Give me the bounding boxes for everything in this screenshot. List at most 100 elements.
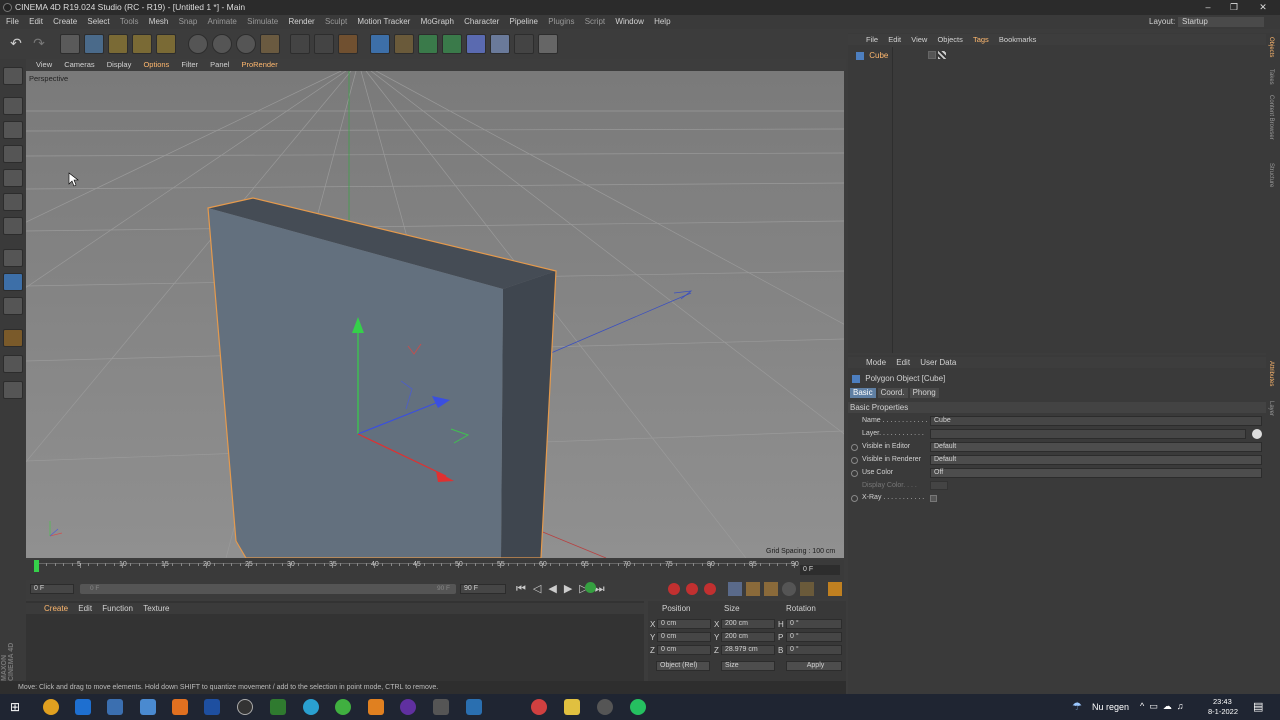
viewport-menu-filter[interactable]: Filter <box>181 60 198 69</box>
menu-select[interactable]: Select <box>87 17 109 26</box>
side-tab-attributes[interactable]: Attributes <box>1268 361 1274 386</box>
current-frame-field[interactable]: 0 F <box>800 565 840 575</box>
material-manager[interactable]: Create Edit Function Texture <box>26 601 644 681</box>
visible-in-editor-dropdown[interactable]: Default <box>930 442 1262 452</box>
workplane-icon[interactable] <box>3 145 23 163</box>
clock-date[interactable]: 8-1-2022 <box>1208 707 1238 716</box>
side-tab-content-browser[interactable]: Content Browser <box>1268 95 1274 140</box>
magnet-icon[interactable] <box>3 329 23 347</box>
display-color-swatch[interactable] <box>930 481 948 490</box>
object-menu-file[interactable]: File <box>866 35 878 44</box>
visible-in-renderer-dropdown[interactable]: Default <box>930 455 1262 465</box>
key-position-icon[interactable] <box>728 582 742 596</box>
material-menu-create[interactable]: Create <box>44 604 68 613</box>
weather-text[interactable]: Nu regen <box>1092 702 1129 712</box>
menu-snap[interactable]: Snap <box>179 17 198 26</box>
timeline-ruler[interactable]: 051015202530354045505560657075808590 0 F <box>26 560 844 580</box>
render-view-icon[interactable] <box>290 34 310 54</box>
cloner-icon[interactable] <box>442 34 462 54</box>
anim-dot-icon[interactable] <box>851 470 858 477</box>
edges-mode-icon[interactable] <box>3 193 23 211</box>
coord-size-y-field[interactable]: 200 cm <box>721 632 775 642</box>
object-manager[interactable]: File Edit View Objects Tags Bookmarks Cu… <box>848 33 1266 353</box>
end-frame-field[interactable]: 90 F <box>460 584 506 594</box>
rotate-tool-icon[interactable] <box>132 34 152 54</box>
axis-mode-icon[interactable] <box>3 249 23 267</box>
object-menu-bookmarks[interactable]: Bookmarks <box>999 35 1037 44</box>
attr-menu-mode[interactable]: Mode <box>866 358 886 367</box>
cinema4d-taskbar-icon[interactable] <box>237 699 253 715</box>
coord-mode-dropdown[interactable]: Object (Rel) <box>656 661 710 671</box>
app-icon-15[interactable] <box>531 699 547 715</box>
xray-checkbox[interactable] <box>930 495 937 502</box>
key-scale-icon[interactable] <box>746 582 760 596</box>
material-menu-texture[interactable]: Texture <box>143 604 169 613</box>
app-icon-4[interactable] <box>140 699 156 715</box>
tray-icons[interactable]: ^▭☁♫ <box>1140 701 1188 712</box>
app-icon-17[interactable] <box>597 699 613 715</box>
menu-window[interactable]: Window <box>615 17 643 26</box>
coord-pos-z-field[interactable]: 0 cm <box>657 645 711 655</box>
app-icon-5[interactable] <box>172 699 188 715</box>
object-menu-view[interactable]: View <box>911 35 927 44</box>
viewport-menu-cameras[interactable]: Cameras <box>64 60 94 69</box>
scale-tool-icon[interactable] <box>108 34 128 54</box>
anim-dot-icon[interactable] <box>851 444 858 451</box>
clock-time[interactable]: 23:43 <box>1213 697 1232 706</box>
windows-start-icon[interactable]: ⊞ <box>10 700 20 714</box>
photoshop-icon[interactable] <box>204 699 220 715</box>
vlc-icon[interactable] <box>368 699 384 715</box>
start-frame-field[interactable]: 0 F <box>30 584 74 594</box>
weather-umbrella-icon[interactable]: ☂ <box>1072 700 1082 713</box>
perspective-viewport[interactable]: Perspective Grid Spacing : 100 cm ✥ ⇕ ⤢ … <box>26 71 844 558</box>
make-editable-icon[interactable] <box>3 67 23 85</box>
chrome-icon[interactable] <box>43 699 59 715</box>
object-menu-edit[interactable]: Edit <box>888 35 901 44</box>
viewport-menu-display[interactable]: Display <box>107 60 132 69</box>
side-tab-objects[interactable]: Objects <box>1268 37 1274 57</box>
coord-rot-b-field[interactable]: 0 ° <box>786 645 842 655</box>
recent-tool-icon[interactable] <box>156 34 176 54</box>
menu-script[interactable]: Script <box>585 17 605 26</box>
attr-name-field[interactable]: Cube <box>930 416 1262 426</box>
object-menu-objects[interactable]: Objects <box>937 35 962 44</box>
transport-controls[interactable]: ⏮◁◀▶▷⏭ <box>516 582 612 596</box>
x-axis-lock-icon[interactable] <box>188 34 208 54</box>
viewport-menu-view[interactable]: View <box>36 60 52 69</box>
cube-object-icon[interactable] <box>370 34 390 54</box>
subdivision-surface-icon[interactable] <box>418 34 438 54</box>
keyframe-selection-icon[interactable] <box>704 583 716 595</box>
app-icon-10[interactable] <box>335 699 351 715</box>
menu-animate[interactable]: Animate <box>208 17 237 26</box>
outlook-icon[interactable] <box>75 699 91 715</box>
menu-tools[interactable]: Tools <box>120 17 139 26</box>
floor-icon[interactable] <box>490 34 510 54</box>
coord-size-z-field[interactable]: 28.979 cm <box>721 645 775 655</box>
attr-menu-user-data[interactable]: User Data <box>920 358 956 367</box>
object-menu-tags[interactable]: Tags <box>973 35 989 44</box>
side-tab-takes[interactable]: Takes <box>1268 69 1274 85</box>
notification-icon[interactable]: ▤ <box>1253 700 1263 713</box>
tweak-mode-icon[interactable] <box>3 273 23 291</box>
viewport-menu-prorender[interactable]: ProRender <box>241 60 277 69</box>
menu-plugins[interactable]: Plugins <box>548 17 574 26</box>
coordinate-system-icon[interactable] <box>260 34 280 54</box>
attr-tab-basic[interactable]: Basic <box>850 388 876 398</box>
menu-create[interactable]: Create <box>53 17 77 26</box>
attr-menu-edit[interactable]: Edit <box>896 358 910 367</box>
layer-clear-icon[interactable] <box>1252 429 1262 439</box>
camera-icon[interactable] <box>514 34 534 54</box>
apply-button[interactable]: Apply <box>786 661 842 671</box>
coord-size-mode-dropdown[interactable]: Size <box>721 661 775 671</box>
key-parameter-icon[interactable] <box>782 582 796 596</box>
render-picture-viewer-icon[interactable] <box>314 34 334 54</box>
menu-simulate[interactable]: Simulate <box>247 17 278 26</box>
record-active-icon[interactable] <box>668 583 680 595</box>
material-menu-edit[interactable]: Edit <box>78 604 92 613</box>
side-tab-structure[interactable]: Structure <box>1268 163 1274 187</box>
menu-help[interactable]: Help <box>654 17 670 26</box>
redo-icon[interactable]: ↷ <box>29 34 49 54</box>
material-menu-function[interactable]: Function <box>102 604 133 613</box>
object-name-cube[interactable]: Cube <box>869 51 888 60</box>
app-icon-13[interactable] <box>433 699 449 715</box>
